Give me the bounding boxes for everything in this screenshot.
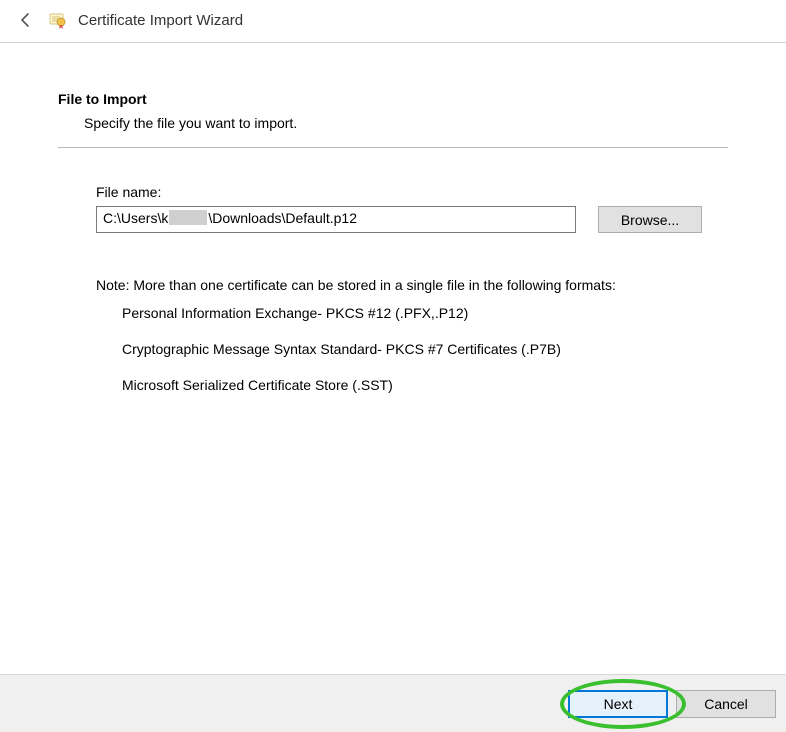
section-divider <box>58 147 728 148</box>
next-button[interactable]: Next <box>568 690 668 718</box>
filename-input[interactable]: C:\Users\k \Downloads\Default.p12 <box>96 206 576 233</box>
form-area: File name: C:\Users\k \Downloads\Default.… <box>96 184 728 393</box>
note-item: Cryptographic Message Syntax Standard- P… <box>122 341 728 357</box>
back-button[interactable] <box>16 10 36 30</box>
wizard-title: Certificate Import Wizard <box>78 12 243 29</box>
filename-suffix: \Downloads\Default.p12 <box>208 210 357 226</box>
note-item: Microsoft Serialized Certificate Store (… <box>122 377 728 393</box>
filename-prefix: C:\Users\k <box>103 210 168 226</box>
wizard-footer: Next Cancel <box>0 674 786 732</box>
browse-button[interactable]: Browse... <box>598 206 702 233</box>
section-subtitle: Specify the file you want to import. <box>84 115 728 131</box>
section-title: File to Import <box>58 91 728 107</box>
note-item: Personal Information Exchange- PKCS #12 … <box>122 305 728 321</box>
cancel-button[interactable]: Cancel <box>676 690 776 718</box>
note-intro: Note: More than one certificate can be s… <box>96 277 728 293</box>
note-items: Personal Information Exchange- PKCS #12 … <box>122 305 728 393</box>
certificate-wizard-icon <box>48 10 68 30</box>
wizard-header: Certificate Import Wizard <box>0 0 786 43</box>
redacted-segment <box>169 210 207 225</box>
wizard-content: File to Import Specify the file you want… <box>0 43 786 393</box>
filename-label: File name: <box>96 184 728 200</box>
